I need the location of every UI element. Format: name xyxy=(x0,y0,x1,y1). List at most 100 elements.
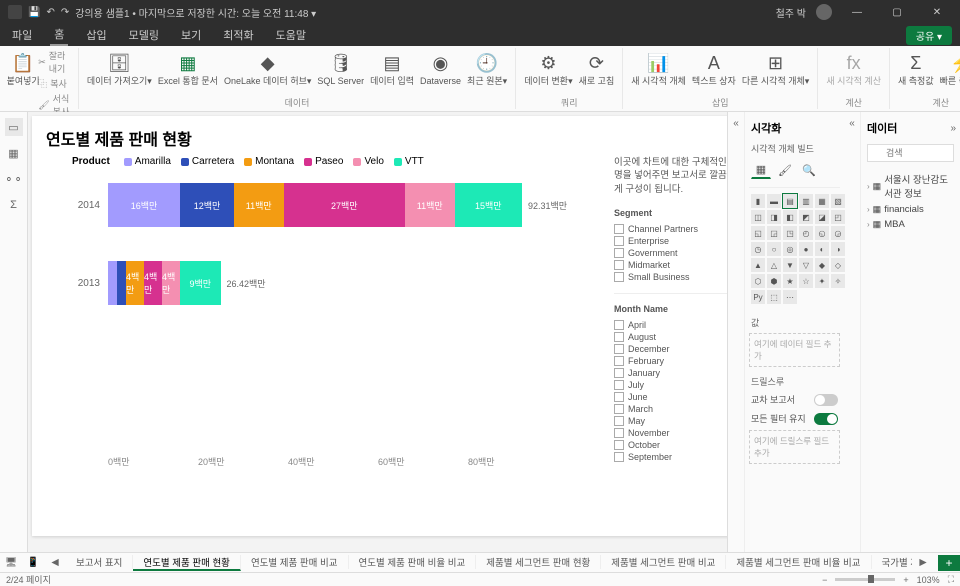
filter-option[interactable]: June xyxy=(614,391,727,403)
expand-icon[interactable]: » xyxy=(950,123,956,134)
viz-type-icon[interactable]: ▥ xyxy=(799,194,813,208)
viz-type-icon[interactable]: ⬢ xyxy=(767,274,781,288)
viz-type-icon[interactable]: ⬡ xyxy=(751,274,765,288)
viz-type-icon[interactable]: ▽ xyxy=(799,258,813,272)
viz-type-icon[interactable]: ◴ xyxy=(799,226,813,240)
textbox-button[interactable]: A텍스트 상자 xyxy=(690,48,738,89)
page-tab[interactable]: 연도별 제품 판매 비율 비교 xyxy=(349,555,477,569)
search-input[interactable] xyxy=(867,144,954,162)
filter-option[interactable]: April xyxy=(614,319,727,331)
segment-filter[interactable]: Segment⌄ Channel PartnersEnterpriseGover… xyxy=(614,204,727,294)
viz-type-icon[interactable]: ◩ xyxy=(799,210,813,224)
viz-type-icon[interactable]: ▮ xyxy=(751,194,765,208)
onelake-button[interactable]: ◆OneLake 데이터 허브▾ xyxy=(222,48,313,89)
filter-option[interactable]: February xyxy=(614,355,727,367)
excel-button[interactable]: ▦Excel 통합 문서 xyxy=(156,48,220,89)
filter-option[interactable]: December xyxy=(614,343,727,355)
sql-button[interactable]: 🛢SQL Server xyxy=(315,48,366,89)
filter-option[interactable]: October xyxy=(614,439,727,451)
filters-collapse-icon[interactable]: « xyxy=(728,112,744,552)
filter-option[interactable]: Government xyxy=(614,247,727,259)
viz-type-icon[interactable]: ✧ xyxy=(831,274,845,288)
report-canvas[interactable]: 연도별 제품 판매 현황 이곳에 차트에 대한 구체적인 설명을 넣어주면 보고… xyxy=(28,112,727,552)
qat-save-icon[interactable]: 💾 xyxy=(28,7,40,18)
stacked-bar-chart[interactable]: Product AmarillaCarreteraMontanaPaseoVel… xyxy=(72,156,602,516)
month-filter[interactable]: Month Name⌄ AprilAugustDecemberFebruaryJ… xyxy=(614,300,727,473)
qat-undo-icon[interactable]: ↶ xyxy=(46,7,54,18)
viz-type-icon[interactable]: ◱ xyxy=(751,226,765,240)
menu-help[interactable]: 도움말 xyxy=(272,25,310,45)
viz-type-icon[interactable]: ⋯ xyxy=(783,290,797,304)
page-nav-next[interactable]: ▶ xyxy=(912,557,934,568)
dax-view-icon[interactable]: Σ xyxy=(5,196,23,214)
legend-item[interactable]: Amarilla xyxy=(124,156,171,167)
model-view-icon[interactable]: ⚬⚬ xyxy=(5,170,23,188)
viz-type-icon[interactable]: ☆ xyxy=(799,274,813,288)
viz-type-icon[interactable]: ★ xyxy=(783,274,797,288)
window-minimize-icon[interactable]: — xyxy=(842,7,872,18)
viz-type-icon[interactable]: ▧ xyxy=(831,194,845,208)
menu-home[interactable]: 홈 xyxy=(50,24,68,46)
fit-page-icon[interactable]: ⛶ xyxy=(948,574,954,585)
viz-type-icon[interactable]: ▲ xyxy=(751,258,765,272)
viz-type-icon[interactable]: ◵ xyxy=(815,226,829,240)
viz-type-icon[interactable]: ▼ xyxy=(783,258,797,272)
viz-type-icon[interactable]: △ xyxy=(767,258,781,272)
bar-segment[interactable]: 27백만 xyxy=(284,183,406,227)
viz-type-icon[interactable]: ⬚ xyxy=(767,290,781,304)
viz-type-icon[interactable]: ◫ xyxy=(751,210,765,224)
filter-option[interactable]: Small Business xyxy=(614,271,727,283)
transform-button[interactable]: ⚙데이터 변환▾ xyxy=(522,48,574,89)
filter-option[interactable]: Midmarket xyxy=(614,259,727,271)
newmeasure-button[interactable]: Σ새 측정값 xyxy=(896,48,936,89)
paste-button[interactable]: 📋 붙여넣기 xyxy=(10,48,36,119)
filter-option[interactable]: January xyxy=(614,367,727,379)
recent-button[interactable]: 🕘최근 원본▾ xyxy=(465,48,509,89)
viz-type-icon[interactable]: ◪ xyxy=(815,210,829,224)
menu-modeling[interactable]: 모델링 xyxy=(125,25,163,45)
bar-segment[interactable]: 9백만 xyxy=(180,261,221,305)
viz-type-icon[interactable]: ● xyxy=(799,242,813,256)
copy-button[interactable]: ⿻복사 xyxy=(38,76,72,91)
viz-type-icon[interactable]: ◷ xyxy=(751,242,765,256)
filter-option[interactable]: Enterprise xyxy=(614,235,727,247)
data-table-item[interactable]: ›▦서울시 장난감도서관 정보 xyxy=(867,170,954,202)
page-tab[interactable]: 제품별 세그먼트 판매 현황 xyxy=(476,555,601,569)
values-dropzone[interactable]: 여기에 데이터 필드 추가 xyxy=(749,333,840,367)
viz-type-icon[interactable]: ◑ xyxy=(831,242,845,256)
share-button[interactable]: 공유 ▾ xyxy=(906,26,952,45)
data-table-item[interactable]: ›▦MBA xyxy=(867,217,954,232)
viz-type-icon[interactable]: ✦ xyxy=(815,274,829,288)
table-view-icon[interactable]: ▦ xyxy=(5,144,23,162)
newmeasure2-button[interactable]: fx새 시각적 계산 xyxy=(824,48,883,89)
drill-dropzone[interactable]: 여기에 드릴스루 필드 추가 xyxy=(749,430,840,464)
moreviz-button[interactable]: ⊞다른 시각적 개체▾ xyxy=(740,48,811,89)
legend-item[interactable]: Paseo xyxy=(304,156,343,167)
window-restore-icon[interactable]: ▢ xyxy=(882,7,912,18)
viz-type-icon[interactable]: ▤ xyxy=(783,194,797,208)
filter-option[interactable]: Channel Partners xyxy=(614,223,727,235)
page-tab[interactable]: 국가별 제품 매출 xyxy=(872,555,912,569)
bar-segment[interactable]: 11백만 xyxy=(405,183,455,227)
zoom-out-icon[interactable]: − xyxy=(822,575,827,585)
viz-build-mode[interactable]: ▦ xyxy=(751,161,771,179)
viz-type-icon[interactable]: ○ xyxy=(767,242,781,256)
enterdata-button[interactable]: ▤데이터 입력 xyxy=(368,48,416,89)
desktop-layout-icon[interactable]: 🖥 xyxy=(0,557,22,568)
viz-type-icon[interactable]: ◲ xyxy=(767,226,781,240)
viz-type-icon[interactable]: ▦ xyxy=(815,194,829,208)
zoom-in-icon[interactable]: + xyxy=(903,575,908,585)
report-view-icon[interactable]: ▭ xyxy=(5,118,23,136)
page-tab[interactable]: 연도별 제품 판매 비교 xyxy=(241,555,349,569)
viz-type-icon[interactable]: ◧ xyxy=(783,210,797,224)
legend-item[interactable]: Velo xyxy=(353,156,383,167)
menu-file[interactable]: 파일 xyxy=(8,25,36,45)
bar-segment[interactable]: 15백만 xyxy=(455,183,523,227)
legend-item[interactable]: VTT xyxy=(394,156,424,167)
bar-segment[interactable]: 4백만 xyxy=(144,261,162,305)
viz-type-icon[interactable]: ◨ xyxy=(767,210,781,224)
viz-type-icon[interactable]: ◐ xyxy=(815,242,829,256)
viz-format-mode[interactable]: 🖌 xyxy=(775,161,795,179)
menu-optimize[interactable]: 최적화 xyxy=(219,25,257,45)
data-table-item[interactable]: ›▦financials xyxy=(867,202,954,217)
